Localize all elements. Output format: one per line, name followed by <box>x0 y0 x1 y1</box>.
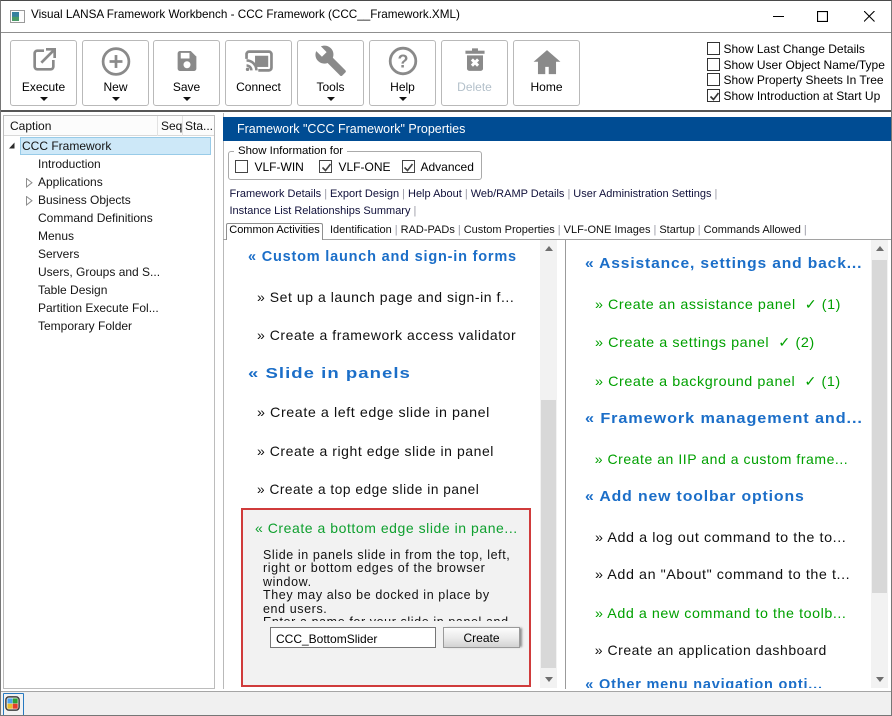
svg-text:?: ? <box>397 51 408 71</box>
